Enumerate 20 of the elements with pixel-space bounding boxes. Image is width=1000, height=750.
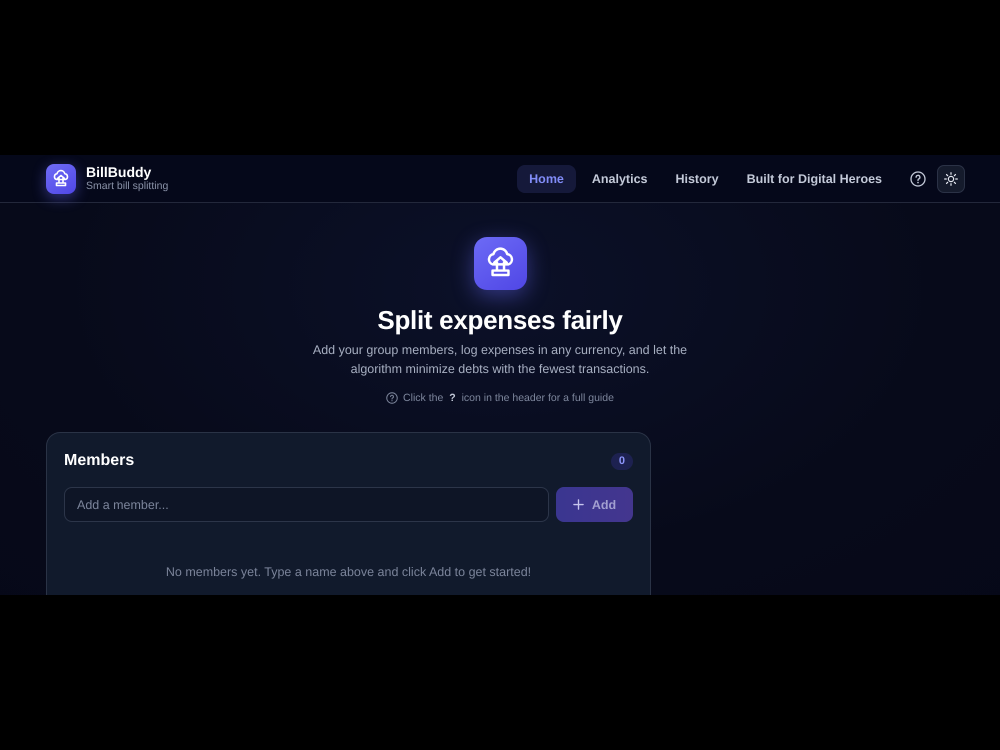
card-title: Members bbox=[64, 452, 134, 470]
help-icon bbox=[386, 392, 398, 404]
hero-title: Split expenses fairly bbox=[377, 304, 623, 336]
nav-tab[interactable]: History bbox=[663, 164, 731, 192]
sun-icon bbox=[944, 172, 958, 186]
empty-state-message: No members yet. Type a name above and click Add to get started! bbox=[164, 564, 532, 580]
hero-description: Add your group members, log expenses in any currency, and let the algorithm minimize debts with the fewest transactions. bbox=[312, 342, 688, 378]
nav-tab[interactable]: Home bbox=[517, 164, 576, 192]
member-name-input[interactable]: Add a member... bbox=[64, 487, 549, 522]
app-name: BillBuddy bbox=[86, 164, 152, 180]
member-count: 0 bbox=[610, 452, 633, 470]
plus-icon bbox=[572, 499, 584, 510]
nav-tab[interactable]: Analytics bbox=[580, 164, 660, 192]
help-icon[interactable] bbox=[910, 170, 926, 186]
app-tagline: Smart bill splitting bbox=[86, 180, 168, 193]
theme-toggle-button[interactable] bbox=[937, 164, 965, 192]
app-logo-icon bbox=[46, 164, 76, 194]
app-logo-icon bbox=[474, 237, 526, 290]
nav-tab[interactable]: Built for Digital Heroes bbox=[734, 164, 894, 192]
guide-hint: Click the ? icon in the header for a full guide bbox=[403, 391, 614, 405]
